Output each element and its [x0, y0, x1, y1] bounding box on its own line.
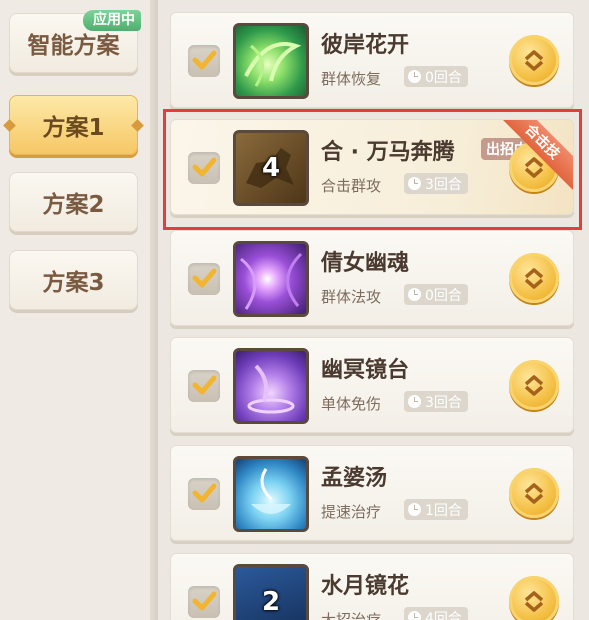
skill-detail-button[interactable]	[509, 360, 559, 410]
skill-card[interactable]: 倩女幽魂 群体法攻 0回合	[170, 230, 574, 326]
skill-checkbox[interactable]	[188, 263, 220, 295]
skill-checkbox[interactable]	[188, 152, 220, 184]
double-chevron-icon	[524, 50, 544, 71]
cooldown-text: 0回合	[425, 69, 462, 86]
skill-name: 合 · 万马奔腾	[321, 140, 455, 165]
purple-orb-icon	[233, 241, 309, 317]
double-chevron-icon	[524, 591, 544, 612]
cooldown-badge: 1回合	[404, 499, 468, 520]
cooldown-text: 0回合	[425, 287, 462, 304]
green-swirl-icon	[233, 23, 309, 99]
plan-tab-1[interactable]: 方案1	[3, 95, 144, 155]
skill-list[interactable]: 彼岸花开 群体恢复 0回合 4 合 · 万马奔腾 出招中 合击群攻 3回合 合击…	[160, 0, 589, 620]
skill-name: 孟婆汤	[321, 466, 388, 491]
night-water-icon: 2	[233, 564, 309, 620]
skill-name: 幽冥镜台	[321, 358, 410, 383]
cooldown-badge: 0回合	[404, 66, 468, 87]
skill-detail-button[interactable]	[509, 35, 559, 85]
skill-detail-button[interactable]	[509, 468, 559, 518]
skill-checkbox[interactable]	[188, 370, 220, 402]
skill-checkbox[interactable]	[188, 45, 220, 77]
plan-tab-3[interactable]: 方案3	[9, 250, 138, 310]
skill-detail-button[interactable]	[509, 253, 559, 303]
clock-icon	[408, 611, 421, 620]
cooldown-badge: 3回合	[404, 391, 468, 412]
clock-icon	[408, 503, 421, 516]
skill-level: 2	[261, 587, 281, 617]
clock-icon	[408, 395, 421, 408]
cooldown-badge: 4回合	[404, 607, 468, 620]
cooldown-text: 1回合	[425, 502, 462, 519]
skill-name: 水月镜花	[321, 574, 410, 599]
skill-type: 群体恢复	[321, 70, 382, 88]
plan-tab-label: 方案2	[42, 192, 105, 218]
skill-card[interactable]: 幽冥镜台 单体免伤 3回合	[170, 337, 574, 433]
skill-name: 倩女幽魂	[321, 251, 410, 276]
skill-name: 彼岸花开	[321, 33, 410, 58]
skill-type: 群体法攻	[321, 288, 382, 306]
cooldown-badge: 3回合	[404, 173, 468, 194]
checkmark-icon	[192, 50, 217, 70]
skill-checkbox[interactable]	[188, 478, 220, 510]
cooldown-text: 3回合	[425, 394, 462, 411]
double-chevron-icon	[524, 268, 544, 289]
plan-tab-2[interactable]: 方案2	[9, 172, 138, 232]
skill-card[interactable]: 2 水月镜花 大招治疗 4回合	[170, 553, 574, 620]
plan-sidebar: 智能方案 应用中 方案1 方案2 方案3	[0, 0, 150, 620]
diamond-left-icon	[3, 119, 16, 132]
skill-card[interactable]: 孟婆汤 提速治疗 1回合	[170, 445, 574, 541]
cooldown-text: 3回合	[425, 176, 462, 193]
clock-icon	[408, 70, 421, 83]
double-chevron-icon	[524, 483, 544, 504]
plan-tab-label: 方案3	[42, 270, 105, 296]
skill-level: 4	[261, 153, 281, 183]
blue-bowl-icon	[233, 456, 309, 532]
cooldown-text: 4回合	[425, 610, 462, 620]
skill-card[interactable]: 彼岸花开 群体恢复 0回合	[170, 12, 574, 108]
clock-icon	[408, 177, 421, 190]
applied-badge: 应用中	[83, 10, 141, 31]
checkmark-icon	[192, 268, 217, 288]
galloping-horse-icon: 4	[233, 130, 309, 206]
plan-tab-label: 智能方案	[27, 33, 120, 59]
skill-type: 合击群攻	[321, 177, 382, 195]
skill-type: 单体免伤	[321, 395, 382, 413]
checkmark-icon	[192, 483, 217, 503]
skill-card-active[interactable]: 4 合 · 万马奔腾 出招中 合击群攻 3回合 合击技	[170, 119, 574, 215]
diamond-right-icon	[131, 119, 144, 132]
double-chevron-icon	[524, 375, 544, 396]
checkmark-icon	[192, 375, 217, 395]
sidebar-divider	[150, 0, 158, 620]
clock-icon	[408, 288, 421, 301]
plan-tab-label: 方案1	[42, 115, 105, 141]
checkmark-icon	[192, 157, 217, 177]
violet-mirror-icon	[233, 348, 309, 424]
skill-plan-screen: 智能方案 应用中 方案1 方案2 方案3 彼岸花开 群体恢复 0回合 4 合 ·…	[0, 0, 589, 620]
cooldown-badge: 0回合	[404, 284, 468, 305]
plan-tab-smart[interactable]: 智能方案 应用中	[9, 10, 141, 73]
skill-type: 大招治疗	[321, 611, 382, 620]
skill-type: 提速治疗	[321, 503, 382, 521]
skill-detail-button[interactable]	[509, 576, 559, 620]
skill-checkbox[interactable]	[188, 586, 220, 618]
checkmark-icon	[192, 591, 217, 611]
